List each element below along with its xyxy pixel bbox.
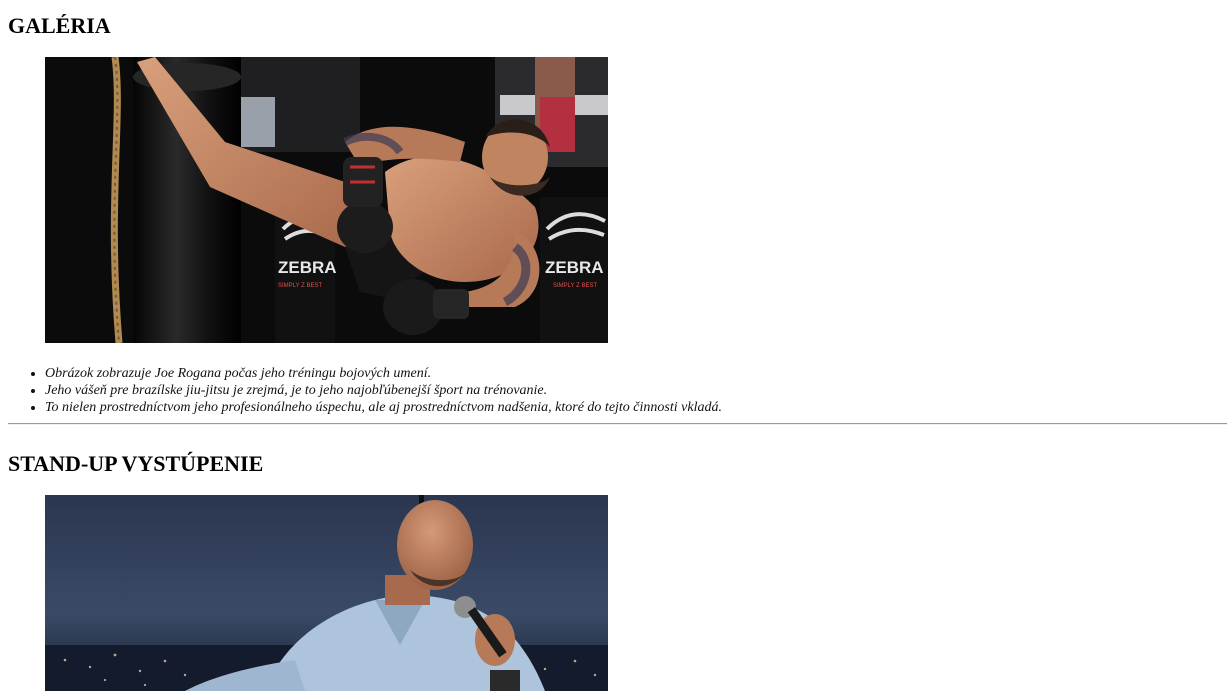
- zebra-sign-right: ZEBRA: [545, 258, 604, 277]
- gallery-heading: GALÉRIA: [8, 13, 111, 38]
- standup-photo-illustration: [45, 495, 608, 691]
- zebra-sign-left-sub: SIMPLY Z BEST: [278, 283, 322, 289]
- list-item: Jeho vášeň pre brazílske jiu-jitsu je zr…: [45, 382, 722, 399]
- zebra-sign-left: ZEBRA: [278, 258, 337, 277]
- training-photo: ZEBRA SIMPLY Z BEST ZEBRA SIMPLY Z BEST: [45, 57, 608, 343]
- section-divider: [8, 423, 1227, 425]
- training-photo-illustration: ZEBRA SIMPLY Z BEST ZEBRA SIMPLY Z BEST: [45, 57, 608, 343]
- list-item: To nielen prostredníctvom jeho profesion…: [45, 399, 722, 416]
- page: GALÉRIA ZEBRA SIMPLY Z BEST ZEBRA SIMPLY…: [0, 0, 1229, 691]
- list-item: Obrázok zobrazuje Joe Rogana počas jeho …: [45, 365, 722, 382]
- gallery-notes-list: Obrázok zobrazuje Joe Rogana počas jeho …: [0, 365, 722, 416]
- standup-heading: STAND-UP VYSTÚPENIE: [8, 451, 264, 476]
- zebra-sign-right-sub: SIMPLY Z BEST: [553, 283, 597, 289]
- standup-photo: [45, 495, 608, 691]
